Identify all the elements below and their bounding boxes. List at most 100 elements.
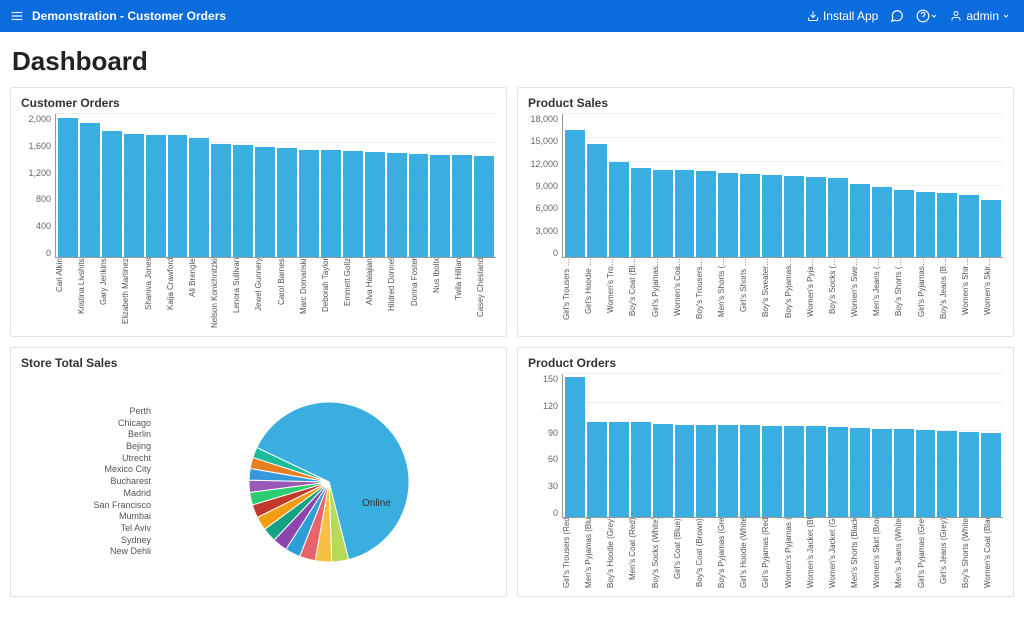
bar[interactable] (565, 130, 585, 257)
bar[interactable] (850, 184, 870, 257)
bar[interactable] (828, 427, 848, 517)
y-tick: 90 (528, 428, 558, 438)
y-tick: 60 (528, 454, 558, 464)
bar[interactable] (981, 200, 1001, 257)
x-label: Girl's Pyjamas (Red) (761, 518, 781, 590)
y-tick: 0 (528, 508, 558, 518)
bar[interactable] (277, 148, 297, 257)
user-label: admin (966, 9, 999, 23)
bar[interactable] (762, 175, 782, 257)
x-label: Girl's Pyjamas… (651, 258, 671, 330)
install-app-button[interactable]: Install App (807, 9, 878, 23)
legend-item: Utrecht (21, 453, 151, 465)
bar[interactable] (631, 422, 651, 517)
bar[interactable] (937, 193, 957, 257)
y-tick: 9,000 (528, 181, 558, 191)
bar[interactable] (916, 430, 936, 517)
x-label: Boy's Sweater… (761, 258, 781, 330)
bar[interactable] (653, 170, 673, 257)
bar[interactable] (784, 176, 804, 257)
help-icon[interactable] (916, 9, 938, 23)
card-title: Product Sales (528, 96, 1003, 110)
bar[interactable] (740, 174, 760, 257)
x-label: Girl's Hoodie (White) (739, 518, 759, 590)
bar[interactable] (806, 426, 826, 517)
bar[interactable] (343, 151, 363, 257)
chat-icon[interactable] (890, 9, 904, 23)
bar[interactable] (124, 134, 144, 257)
x-label: Elizabeth Martinez (121, 258, 141, 330)
x-label: Women's Skir… (983, 258, 1003, 330)
bar[interactable] (609, 422, 629, 517)
bar[interactable] (762, 426, 782, 517)
user-menu[interactable]: admin (950, 9, 1014, 23)
bar[interactable] (609, 162, 629, 257)
y-tick: 18,000 (528, 114, 558, 124)
x-label: Lenora Sullivan (232, 258, 252, 330)
bar[interactable] (587, 422, 607, 517)
menu-icon[interactable] (10, 9, 24, 23)
legend-item: San Francisco (21, 500, 151, 512)
bar[interactable] (299, 150, 319, 257)
bar[interactable] (387, 153, 407, 257)
bar[interactable] (189, 138, 209, 257)
bar[interactable] (872, 429, 892, 517)
bar[interactable] (452, 155, 472, 257)
bar[interactable] (784, 426, 804, 517)
bar[interactable] (740, 425, 760, 517)
bar[interactable] (211, 144, 231, 257)
x-label: Boy's Coat (Bl… (628, 258, 648, 330)
card-title: Product Orders (528, 356, 1003, 370)
bar[interactable] (696, 171, 716, 257)
bar[interactable] (696, 425, 716, 517)
bar[interactable] (58, 118, 78, 257)
bar[interactable] (233, 145, 253, 257)
bar[interactable] (981, 433, 1001, 517)
legend-item: Berlin (21, 429, 151, 441)
bar[interactable] (916, 192, 936, 257)
x-label: Boy's Pyjamas… (784, 258, 804, 330)
app-header: Demonstration - Customer Orders Install … (0, 0, 1024, 32)
legend-item: Mumbai (21, 511, 151, 523)
x-label: Kristina Livshits (77, 258, 97, 330)
bar[interactable] (653, 424, 673, 517)
bar[interactable] (255, 147, 275, 257)
page-title: Dashboard (12, 46, 1012, 77)
bar[interactable] (806, 177, 826, 257)
bar[interactable] (828, 178, 848, 257)
chart-store-total-sales: PerthChicagoBerlinBejingUtrechtMexico Ci… (21, 374, 496, 590)
legend-item: Bucharest (21, 476, 151, 488)
bar[interactable] (937, 431, 957, 517)
bar[interactable] (959, 432, 979, 517)
bar[interactable] (872, 187, 892, 257)
bar[interactable] (146, 135, 166, 257)
y-tick: 30 (528, 481, 558, 491)
bar[interactable] (321, 150, 341, 257)
bar[interactable] (587, 144, 607, 257)
bar[interactable] (718, 425, 738, 517)
bar[interactable] (850, 428, 870, 517)
bar[interactable] (675, 425, 695, 517)
bar[interactable] (430, 155, 450, 257)
bar[interactable] (409, 154, 429, 257)
y-tick: 6,000 (528, 203, 558, 213)
bar[interactable] (718, 173, 738, 257)
x-label: Casey Chestand (476, 258, 496, 330)
x-label: Boy's Trousers… (695, 258, 715, 330)
bar[interactable] (959, 195, 979, 257)
x-label: Boy's Jeans (B… (939, 258, 959, 330)
bar[interactable] (675, 170, 695, 257)
bar[interactable] (894, 190, 914, 257)
chart-product-orders: 1501209060300Girl's Trousers (Red)Men's … (528, 374, 1003, 590)
legend-item: Chicago (21, 418, 151, 430)
bar[interactable] (894, 429, 914, 517)
bar[interactable] (565, 377, 585, 517)
bar[interactable] (80, 123, 100, 257)
y-tick: 15,000 (528, 136, 558, 146)
bar[interactable] (168, 135, 188, 257)
bar[interactable] (631, 168, 651, 257)
bar[interactable] (102, 131, 122, 257)
bar[interactable] (365, 152, 385, 257)
y-tick: 1,600 (21, 141, 51, 151)
bar[interactable] (474, 156, 494, 257)
